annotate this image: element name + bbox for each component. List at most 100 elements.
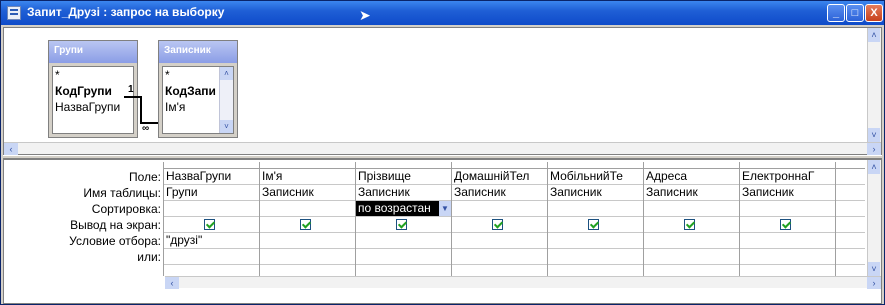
- field-cell[interactable]: Ім'я: [260, 169, 355, 185]
- table-cell[interactable]: Записник: [740, 185, 835, 201]
- criteria-cell[interactable]: [836, 233, 865, 249]
- grid-column[interactable]: НазваГрупи Групи "друзі": [163, 162, 259, 276]
- sort-cell[interactable]: [452, 201, 547, 217]
- scroll-up-icon[interactable]: ˄: [868, 28, 880, 42]
- scroll-up-icon[interactable]: ˄: [868, 160, 880, 174]
- show-checkbox[interactable]: [396, 219, 407, 230]
- title-bar[interactable]: Запит_Друзі : запрос на выборку ➤ _ □ X: [1, 1, 884, 25]
- scroll-down-icon[interactable]: ˅: [868, 262, 880, 276]
- table-cell[interactable]: Записник: [356, 185, 451, 201]
- field-cell[interactable]: [836, 169, 865, 185]
- grid-vertical-scrollbar[interactable]: ˄ ˅: [867, 160, 881, 276]
- show-checkbox[interactable]: [684, 219, 695, 230]
- grid-column[interactable]: ДомашнійТел Записник: [451, 162, 547, 276]
- field-group-id[interactable]: КодГрупи: [53, 83, 133, 99]
- or-cell[interactable]: [836, 249, 865, 265]
- field-cell[interactable]: ДомашнійТел: [452, 169, 547, 185]
- grid-column[interactable]: ЕлектроннаГ Записник: [739, 162, 835, 276]
- field-group-name[interactable]: НазваГрупи: [53, 99, 133, 115]
- show-cell: [164, 217, 259, 233]
- criteria-cell[interactable]: "друзі": [164, 233, 259, 249]
- table-groups[interactable]: Групи * КодГрупи НазваГрупи: [48, 40, 138, 138]
- criteria-cell[interactable]: [356, 233, 451, 249]
- show-cell: [452, 217, 547, 233]
- chevron-down-icon[interactable]: ▼: [439, 201, 451, 216]
- sort-order-value: по возрастан: [358, 201, 431, 215]
- grid-column[interactable]: Ім'я Записник: [259, 162, 355, 276]
- field-cell[interactable]: МобільнийТе: [548, 169, 643, 185]
- show-checkbox[interactable]: [492, 219, 503, 230]
- show-checkbox[interactable]: [780, 219, 791, 230]
- column-selector[interactable]: [260, 162, 355, 169]
- close-button[interactable]: X: [865, 4, 883, 22]
- minimize-button[interactable]: _: [827, 4, 845, 22]
- scroll-down-icon[interactable]: ˅: [220, 120, 233, 133]
- or-cell[interactable]: [452, 249, 547, 265]
- sort-cell[interactable]: [260, 201, 355, 217]
- or-cell[interactable]: [740, 249, 835, 265]
- scroll-left-icon[interactable]: ‹: [4, 143, 18, 155]
- table-pane-horizontal-scrollbar[interactable]: ‹ ›: [4, 142, 881, 155]
- row-label-field: Поле:: [128, 170, 161, 184]
- or-cell[interactable]: [644, 249, 739, 265]
- scroll-right-icon[interactable]: ›: [867, 143, 881, 155]
- grid-horizontal-scrollbar[interactable]: ‹ ›: [165, 276, 881, 289]
- table-cell[interactable]: Записник: [260, 185, 355, 201]
- table-pane: Групи * КодГрупи НазваГрупи 1 ∞ Записник…: [3, 27, 882, 155]
- sort-cell[interactable]: [164, 201, 259, 217]
- or-cell[interactable]: [548, 249, 643, 265]
- column-selector[interactable]: [644, 162, 739, 169]
- row-label-sort: Сортировка:: [91, 202, 161, 216]
- field-cell[interactable]: НазваГрупи: [164, 169, 259, 185]
- sort-cell[interactable]: по возрастан ▼: [356, 201, 451, 217]
- table-cell[interactable]: Записник: [548, 185, 643, 201]
- table-contacts[interactable]: Записник * КодЗапи Ім'я ˄ ˅: [158, 40, 238, 138]
- table-cell[interactable]: Записник: [452, 185, 547, 201]
- show-checkbox[interactable]: [204, 219, 215, 230]
- scroll-up-icon[interactable]: ˄: [220, 67, 233, 80]
- show-cell[interactable]: [836, 217, 865, 233]
- sort-cell[interactable]: [740, 201, 835, 217]
- column-selector[interactable]: [836, 162, 865, 169]
- or-cell[interactable]: [356, 249, 451, 265]
- criteria-cell[interactable]: [644, 233, 739, 249]
- table-pane-vertical-scrollbar[interactable]: ˄ ˅: [867, 28, 881, 142]
- criteria-cell[interactable]: [452, 233, 547, 249]
- field-cell[interactable]: Прізвище: [356, 169, 451, 185]
- column-selector[interactable]: [452, 162, 547, 169]
- field-cell[interactable]: Адреса: [644, 169, 739, 185]
- sort-cell[interactable]: [548, 201, 643, 217]
- table-cell[interactable]: [836, 185, 865, 201]
- show-cell: [644, 217, 739, 233]
- table-cell[interactable]: Групи: [164, 185, 259, 201]
- scroll-right-icon[interactable]: ›: [867, 277, 881, 289]
- grid-column[interactable]: Адреса Записник: [643, 162, 739, 276]
- show-checkbox[interactable]: [300, 219, 311, 230]
- field-all[interactable]: *: [53, 67, 133, 83]
- sort-cell[interactable]: [644, 201, 739, 217]
- maximize-button[interactable]: □: [846, 4, 864, 22]
- field-cell[interactable]: ЕлектроннаГ: [740, 169, 835, 185]
- table-groups-title: Групи: [49, 41, 137, 63]
- criteria-cell[interactable]: [260, 233, 355, 249]
- mouse-pointer-icon: ➤: [359, 7, 371, 23]
- or-cell[interactable]: [164, 249, 259, 265]
- scroll-left-icon[interactable]: ‹: [165, 277, 179, 289]
- criteria-cell[interactable]: [740, 233, 835, 249]
- grid-column[interactable]: [835, 162, 865, 276]
- field-list-scrollbar[interactable]: ˄ ˅: [219, 67, 233, 133]
- scroll-down-icon[interactable]: ˅: [868, 128, 880, 142]
- criteria-cell[interactable]: [548, 233, 643, 249]
- column-selector[interactable]: [356, 162, 451, 169]
- table-cell[interactable]: Записник: [644, 185, 739, 201]
- or-cell[interactable]: [260, 249, 355, 265]
- sort-order-select[interactable]: по возрастан ▼: [356, 201, 451, 216]
- grid-column[interactable]: МобільнийТе Записник: [547, 162, 643, 276]
- sort-cell[interactable]: [836, 201, 865, 217]
- show-checkbox[interactable]: [588, 219, 599, 230]
- grid-column[interactable]: Прізвище Записник по возрастан ▼: [355, 162, 451, 276]
- column-selector[interactable]: [740, 162, 835, 169]
- column-selector[interactable]: [548, 162, 643, 169]
- column-selector[interactable]: [164, 162, 259, 169]
- show-cell: [356, 217, 451, 233]
